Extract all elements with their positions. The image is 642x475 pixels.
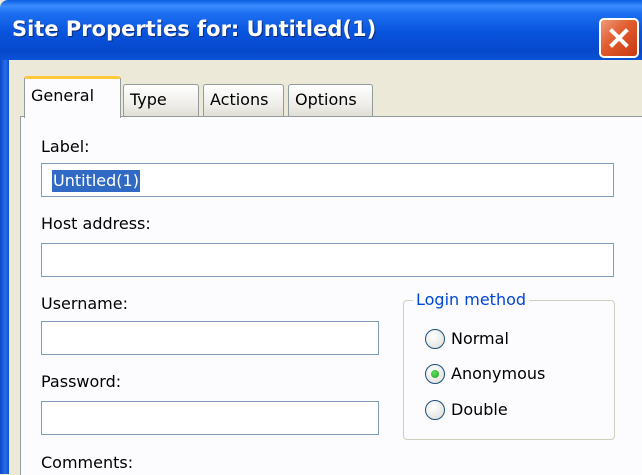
tab-actions[interactable]: Actions <box>203 84 284 116</box>
password-label: Password: <box>41 372 122 391</box>
radio-selected-dot <box>431 370 439 378</box>
tab-actions-label: Actions <box>210 90 269 109</box>
username-label: Username: <box>41 294 128 313</box>
radio-normal-label[interactable]: Normal <box>451 328 509 350</box>
label-input[interactable]: Untitled(1) <box>41 163 614 197</box>
tab-options[interactable]: Options <box>288 84 373 116</box>
host-address-label: Host address: <box>41 214 151 233</box>
password-input[interactable] <box>41 401 379 435</box>
close-button[interactable] <box>599 18 639 58</box>
radio-normal[interactable] <box>425 329 445 349</box>
radio-anonymous-label[interactable]: Anonymous <box>451 363 545 385</box>
close-icon <box>609 28 629 48</box>
login-method-title: Login method <box>413 289 530 311</box>
host-address-input[interactable] <box>41 243 614 277</box>
comments-label: Comments: <box>41 453 134 472</box>
tab-type[interactable]: Type <box>123 84 199 116</box>
tab-type-label: Type <box>130 90 167 109</box>
radio-double-label[interactable]: Double <box>451 399 508 421</box>
window-title: Site Properties for: Untitled(1) <box>12 17 377 41</box>
label-field-label: Label: <box>41 137 90 156</box>
window-left-border <box>0 60 9 474</box>
username-input[interactable] <box>41 321 379 355</box>
title-bar[interactable]: Site Properties for: Untitled(1) <box>0 0 642 60</box>
radio-anonymous[interactable] <box>425 364 445 384</box>
tab-general[interactable]: General <box>24 76 121 118</box>
label-input-value: Untitled(1) <box>52 170 140 192</box>
tab-general-label: General <box>31 86 95 105</box>
tab-options-label: Options <box>295 90 357 109</box>
radio-double[interactable] <box>425 400 445 420</box>
